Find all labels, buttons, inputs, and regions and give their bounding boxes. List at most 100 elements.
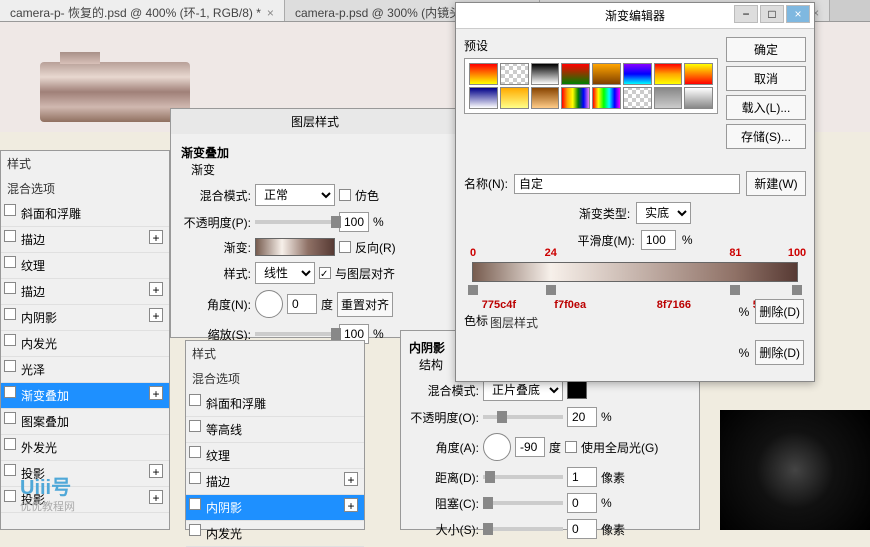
- style-select[interactable]: 线性: [255, 262, 315, 284]
- preset-swatch[interactable]: [623, 87, 652, 109]
- layer-style-label: 图层样式: [490, 314, 538, 331]
- close-button[interactable]: ×: [786, 5, 810, 23]
- angle-field[interactable]: [515, 437, 545, 457]
- preset-swatch[interactable]: [469, 63, 498, 85]
- reverse-checkbox[interactable]: [339, 241, 351, 253]
- preset-swatch[interactable]: [500, 87, 529, 109]
- dialog-title: 图层样式: [171, 109, 459, 134]
- style-item-inner-shadow[interactable]: 内阴影+: [186, 495, 364, 521]
- smooth-field[interactable]: [641, 230, 676, 250]
- gradient-overlay-panel: 图层样式 渐变叠加 渐变 混合模式: 正常 仿色 不透明度(P): % 渐变: …: [170, 108, 460, 338]
- size-field[interactable]: [567, 519, 597, 539]
- name-field[interactable]: [514, 174, 740, 194]
- panel-title: 样式: [186, 341, 364, 366]
- close-icon[interactable]: ×: [267, 6, 274, 20]
- scale-slider[interactable]: [255, 332, 335, 336]
- opacity-field[interactable]: [567, 407, 597, 427]
- dither-label: 仿色: [355, 187, 379, 204]
- style-item-inner-glow[interactable]: 内发光: [186, 521, 364, 547]
- gradient-picker[interactable]: [255, 238, 335, 256]
- distance-field[interactable]: [567, 467, 597, 487]
- angle-field[interactable]: [287, 294, 317, 314]
- style-item-pattern-overlay[interactable]: 图案叠加: [1, 409, 169, 435]
- choke-field[interactable]: [567, 493, 597, 513]
- watermark-sub: 优优教程网: [20, 498, 75, 514]
- watermark-logo: Uiii号: [20, 471, 71, 500]
- new-button[interactable]: 新建(W): [746, 171, 806, 196]
- blend-mode-select[interactable]: 正片叠底: [483, 379, 563, 401]
- tab-doc-1[interactable]: camera-p- 恢复的.psd @ 400% (环-1, RGB/8) *×: [0, 0, 285, 21]
- global-light-checkbox[interactable]: [565, 441, 577, 453]
- distance-slider[interactable]: [483, 475, 563, 479]
- smooth-label: 平滑度(M):: [578, 232, 635, 249]
- style-item-stroke[interactable]: 描边+: [1, 227, 169, 253]
- load-button[interactable]: 载入(L)...: [726, 95, 806, 120]
- delete-button[interactable]: 删除(D): [755, 299, 804, 324]
- angle-label: 角度(N):: [181, 296, 251, 313]
- name-label: 名称(N):: [464, 175, 508, 192]
- preset-swatch[interactable]: [561, 63, 590, 85]
- blend-mode-select[interactable]: 正常: [255, 184, 335, 206]
- opacity-label: 不透明度(P):: [181, 214, 251, 231]
- minimize-button[interactable]: −: [734, 5, 758, 23]
- section-title: 渐变叠加: [181, 144, 449, 161]
- opacity-field[interactable]: [339, 212, 369, 232]
- preset-swatch[interactable]: [531, 87, 560, 109]
- preset-swatch[interactable]: [500, 63, 529, 85]
- preset-swatch[interactable]: [592, 87, 621, 109]
- style-item-inner-shadow[interactable]: 内阴影+: [1, 305, 169, 331]
- style-label: 样式:: [181, 265, 251, 282]
- maximize-button[interactable]: □: [760, 5, 784, 23]
- delete-button[interactable]: 删除(D): [755, 340, 804, 365]
- choke-slider[interactable]: [483, 501, 563, 505]
- presets-label: 预设: [464, 37, 718, 54]
- style-item-texture[interactable]: 纹理: [1, 253, 169, 279]
- preset-swatch[interactable]: [684, 63, 713, 85]
- color-swatch[interactable]: [567, 381, 587, 399]
- panel-title: 样式: [1, 151, 169, 176]
- angle-dial[interactable]: [255, 290, 283, 318]
- type-label: 渐变类型:: [579, 205, 630, 222]
- preset-swatch[interactable]: [469, 87, 498, 109]
- color-stop[interactable]: [546, 285, 556, 295]
- size-slider[interactable]: [483, 527, 563, 531]
- blend-mode-label: 混合模式:: [181, 187, 251, 204]
- style-item-bevel[interactable]: 斜面和浮雕: [186, 391, 364, 417]
- type-select[interactable]: 实底: [636, 202, 691, 224]
- color-stop[interactable]: [468, 285, 478, 295]
- style-item-stroke-2[interactable]: 描边+: [1, 279, 169, 305]
- style-item-inner-glow[interactable]: 内发光: [1, 331, 169, 357]
- dialog-titlebar[interactable]: 渐变编辑器 − □ ×: [456, 3, 814, 29]
- preset-swatch[interactable]: [592, 63, 621, 85]
- preset-swatch[interactable]: [654, 87, 683, 109]
- preset-swatch[interactable]: [561, 87, 590, 109]
- align-checkbox[interactable]: [319, 267, 331, 279]
- save-button[interactable]: 存储(S)...: [726, 124, 806, 149]
- preset-grid: [464, 58, 718, 114]
- preset-swatch[interactable]: [531, 63, 560, 85]
- gradient-label: 渐变:: [181, 239, 251, 256]
- panel-subtitle: 混合选项: [1, 176, 169, 201]
- canvas-object: [40, 62, 190, 122]
- style-item-texture[interactable]: 纹理: [186, 443, 364, 469]
- style-item-gradient-overlay[interactable]: 渐变叠加+: [1, 383, 169, 409]
- preset-swatch[interactable]: [684, 87, 713, 109]
- dither-checkbox[interactable]: [339, 189, 351, 201]
- angle-dial[interactable]: [483, 433, 511, 461]
- style-item-stroke[interactable]: 描边+: [186, 469, 364, 495]
- reset-align-button[interactable]: 重置对齐: [337, 292, 393, 317]
- ok-button[interactable]: 确定: [726, 37, 806, 62]
- cancel-button[interactable]: 取消: [726, 66, 806, 91]
- gradient-bar[interactable]: 0 24 81 100 775c4f f7f0ea 8f7166 573a34: [472, 262, 798, 282]
- section-subtitle: 渐变: [191, 161, 449, 178]
- preset-swatch[interactable]: [654, 63, 683, 85]
- style-item-outer-glow[interactable]: 外发光: [1, 435, 169, 461]
- opacity-slider[interactable]: [255, 220, 335, 224]
- style-item-contour[interactable]: 等高线: [186, 417, 364, 443]
- background-lens-image: [720, 410, 870, 530]
- preset-swatch[interactable]: [623, 63, 652, 85]
- panel-subtitle: 混合选项: [186, 366, 364, 391]
- style-item-satin[interactable]: 光泽: [1, 357, 169, 383]
- opacity-slider[interactable]: [483, 415, 563, 419]
- style-item-bevel[interactable]: 斜面和浮雕: [1, 201, 169, 227]
